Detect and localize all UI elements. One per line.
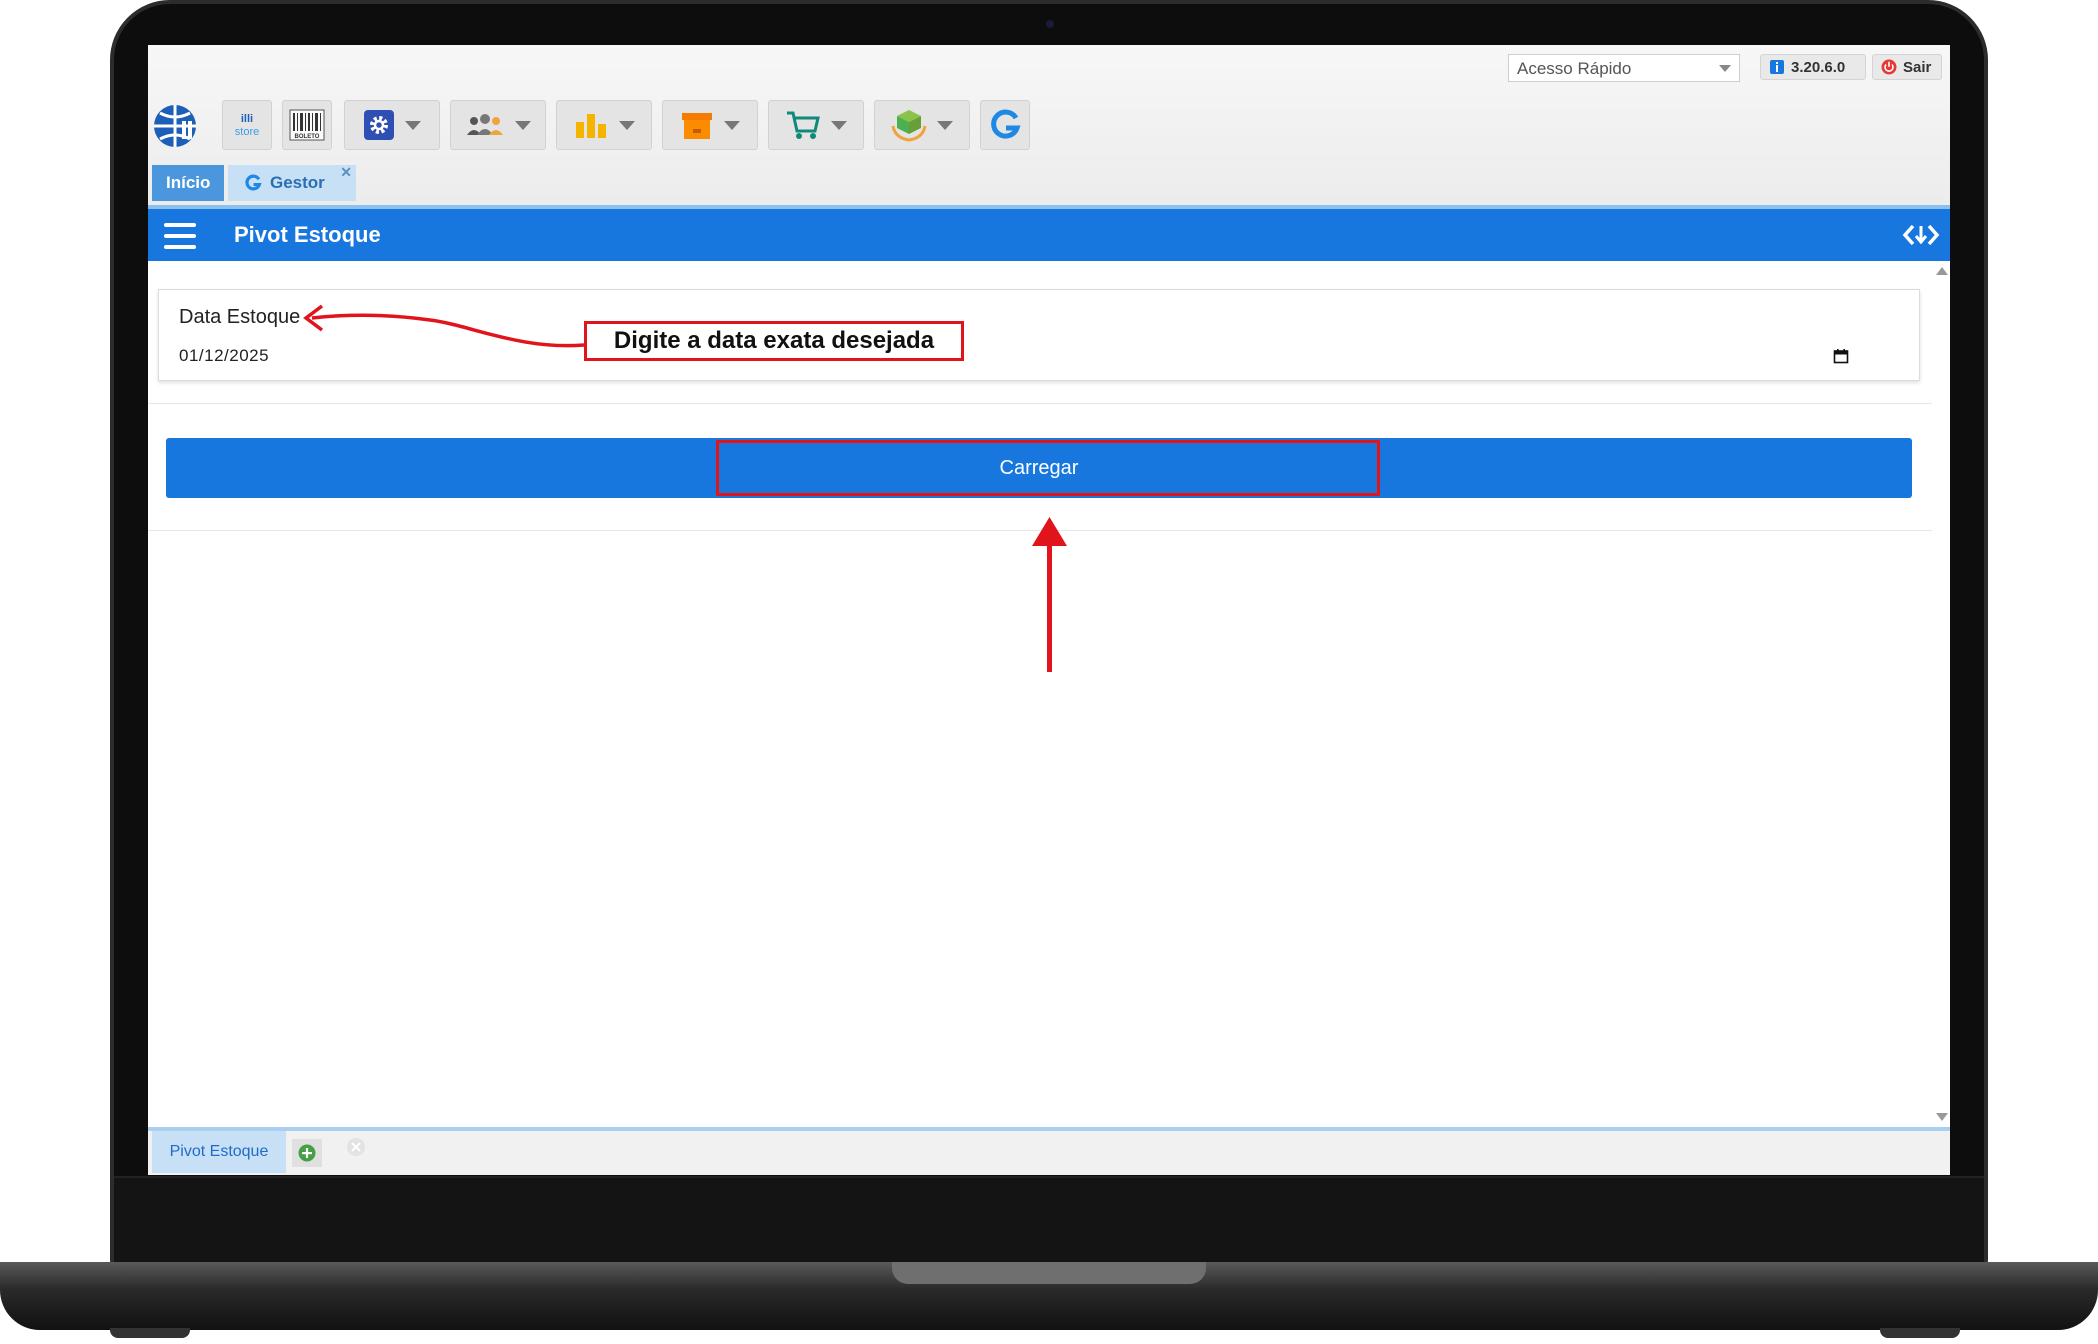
curved-arrow-line (311, 313, 585, 348)
annotation-arrows (303, 304, 1067, 672)
up-arrow-head (1032, 517, 1067, 546)
up-arrow-line (1047, 536, 1052, 672)
